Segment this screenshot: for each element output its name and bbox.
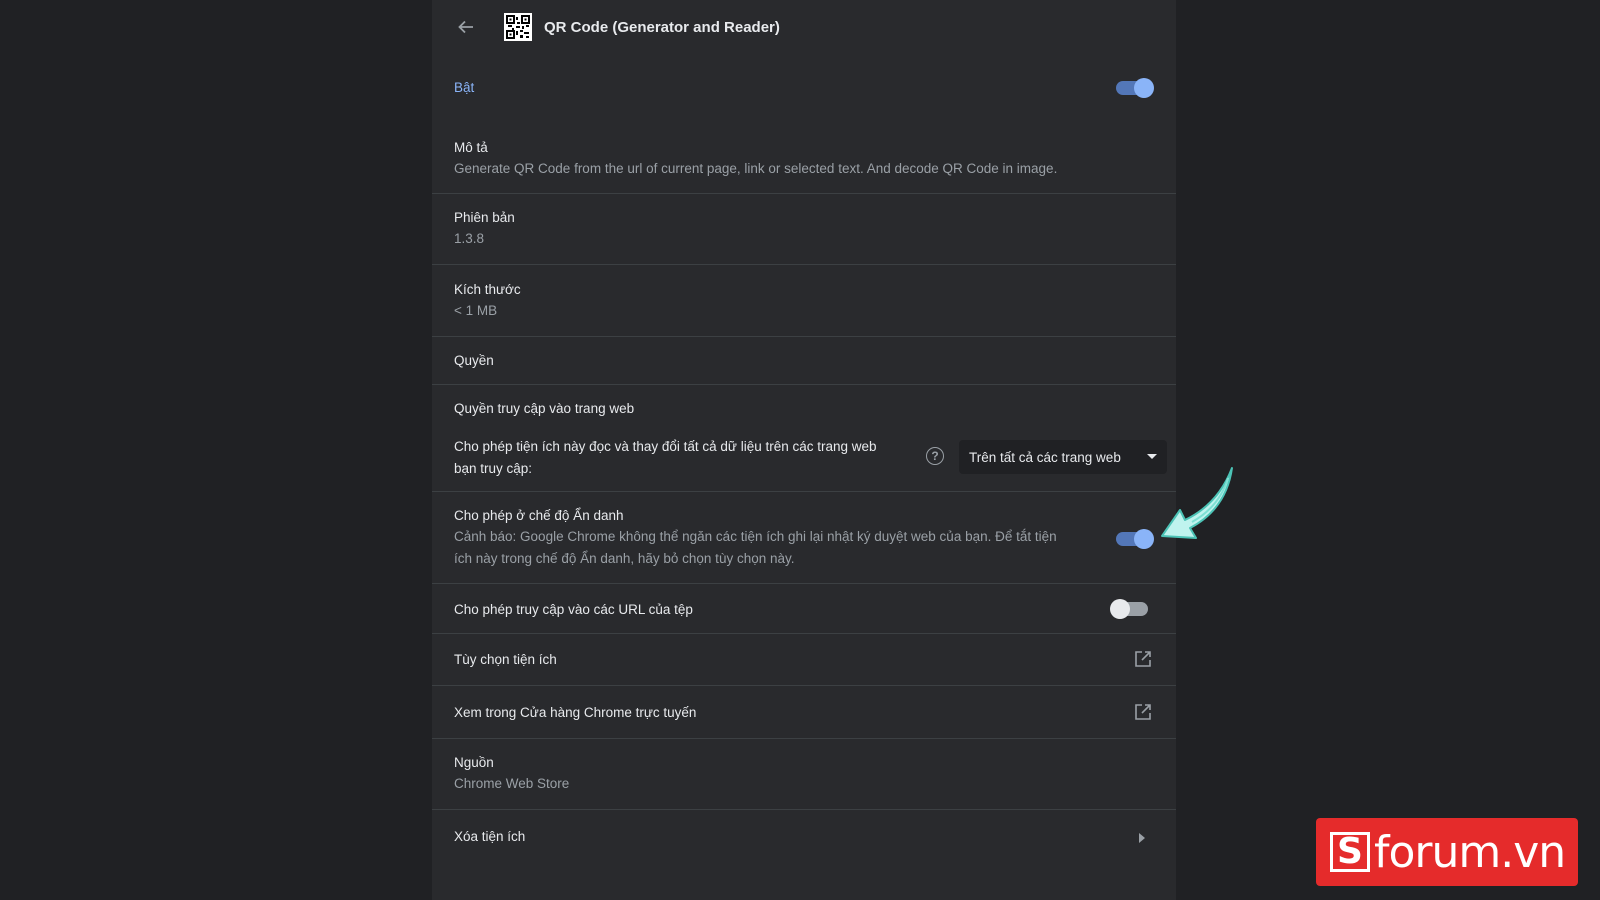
qr-code-icon <box>504 13 532 41</box>
version-value: 1.3.8 <box>454 231 485 246</box>
enabled-row: Bật <box>432 66 1176 110</box>
site-access-selected: Trên tất cả các trang web <box>969 449 1121 465</box>
arrow-left-icon <box>458 20 473 34</box>
source-value: Chrome Web Store <box>454 776 570 791</box>
remove-label: Xóa tiện ích <box>454 829 526 844</box>
extension-title: QR Code (Generator and Reader) <box>544 18 780 36</box>
toggle-knob <box>1134 78 1154 98</box>
incognito-warning-line2: ích này trong chế độ Ẩn danh, hãy bỏ chọ… <box>454 551 795 566</box>
size-value: < 1 MB <box>454 303 498 318</box>
site-access-description: Cho phép tiện ích này đọc và thay đổi tấ… <box>454 436 877 480</box>
source-row: Nguồn Chrome Web Store <box>432 739 1176 810</box>
open-in-new-icon[interactable] <box>1134 703 1152 721</box>
site-access-select[interactable]: Trên tất cả các trang web <box>959 440 1167 474</box>
remove-row[interactable]: Xóa tiện ích <box>432 810 1176 864</box>
toggle-knob <box>1110 599 1130 619</box>
help-circle-icon[interactable]: ? <box>926 447 944 465</box>
size-row: Kích thước < 1 MB <box>432 265 1176 337</box>
incognito-warning: Cảnh báo: Google Chrome không thể ngăn c… <box>454 526 1057 570</box>
chevron-down-icon <box>1147 454 1157 459</box>
file-urls-toggle[interactable] <box>1110 599 1148 619</box>
page-header: QR Code (Generator and Reader) <box>432 0 1176 54</box>
version-label: Phiên bản <box>454 210 515 225</box>
source-label: Nguồn <box>454 755 494 770</box>
enabled-toggle[interactable] <box>1116 78 1154 98</box>
site-access-row: Quyền truy cập vào trang web Cho phép ti… <box>432 385 1176 492</box>
back-button[interactable] <box>454 15 478 39</box>
incognito-row: Cho phép ở chế độ Ẩn danh Cảnh báo: Goog… <box>432 492 1176 584</box>
annotation-arrow <box>1161 467 1233 539</box>
site-access-description-line1: Cho phép tiện ích này đọc và thay đổi tấ… <box>454 439 877 454</box>
description-label: Mô tả <box>454 140 488 155</box>
extension-options-label: Tùy chọn tiện ích <box>454 652 557 667</box>
site-access-heading: Quyền truy cập vào trang web <box>454 401 635 416</box>
version-row: Phiên bản 1.3.8 <box>432 194 1176 265</box>
enabled-label: Bật <box>454 80 475 95</box>
incognito-warning-line1: Cảnh báo: Google Chrome không thể ngăn c… <box>454 529 1057 544</box>
incognito-toggle[interactable] <box>1116 529 1154 549</box>
logo-mark: S <box>1330 832 1370 872</box>
incognito-label: Cho phép ở chế độ Ẩn danh <box>454 508 624 523</box>
size-label: Kích thước <box>454 282 521 297</box>
extension-options-row[interactable]: Tùy chọn tiện ích <box>432 634 1176 686</box>
file-urls-row: Cho phép truy cập vào các URL của tệp <box>432 584 1176 634</box>
sforum-logo: S forum.vn <box>1316 818 1578 886</box>
permissions-row: Quyền <box>432 337 1176 385</box>
toggle-knob <box>1134 529 1154 549</box>
web-store-row[interactable]: Xem trong Cửa hàng Chrome trực tuyến <box>432 686 1176 739</box>
description-value: Generate QR Code from the url of current… <box>454 161 1058 176</box>
extension-details-panel: QR Code (Generator and Reader) Bật Mô tả… <box>432 0 1176 900</box>
file-urls-label: Cho phép truy cập vào các URL của tệp <box>454 602 693 617</box>
chevron-right-icon <box>1139 833 1145 843</box>
logo-text: forum.vn <box>1374 826 1566 878</box>
web-store-label: Xem trong Cửa hàng Chrome trực tuyến <box>454 705 697 720</box>
open-in-new-icon[interactable] <box>1134 650 1152 668</box>
site-access-description-line2: bạn truy cập: <box>454 461 533 476</box>
description-row: Mô tả Generate QR Code from the url of c… <box>432 126 1176 194</box>
permissions-label: Quyền <box>454 353 494 368</box>
